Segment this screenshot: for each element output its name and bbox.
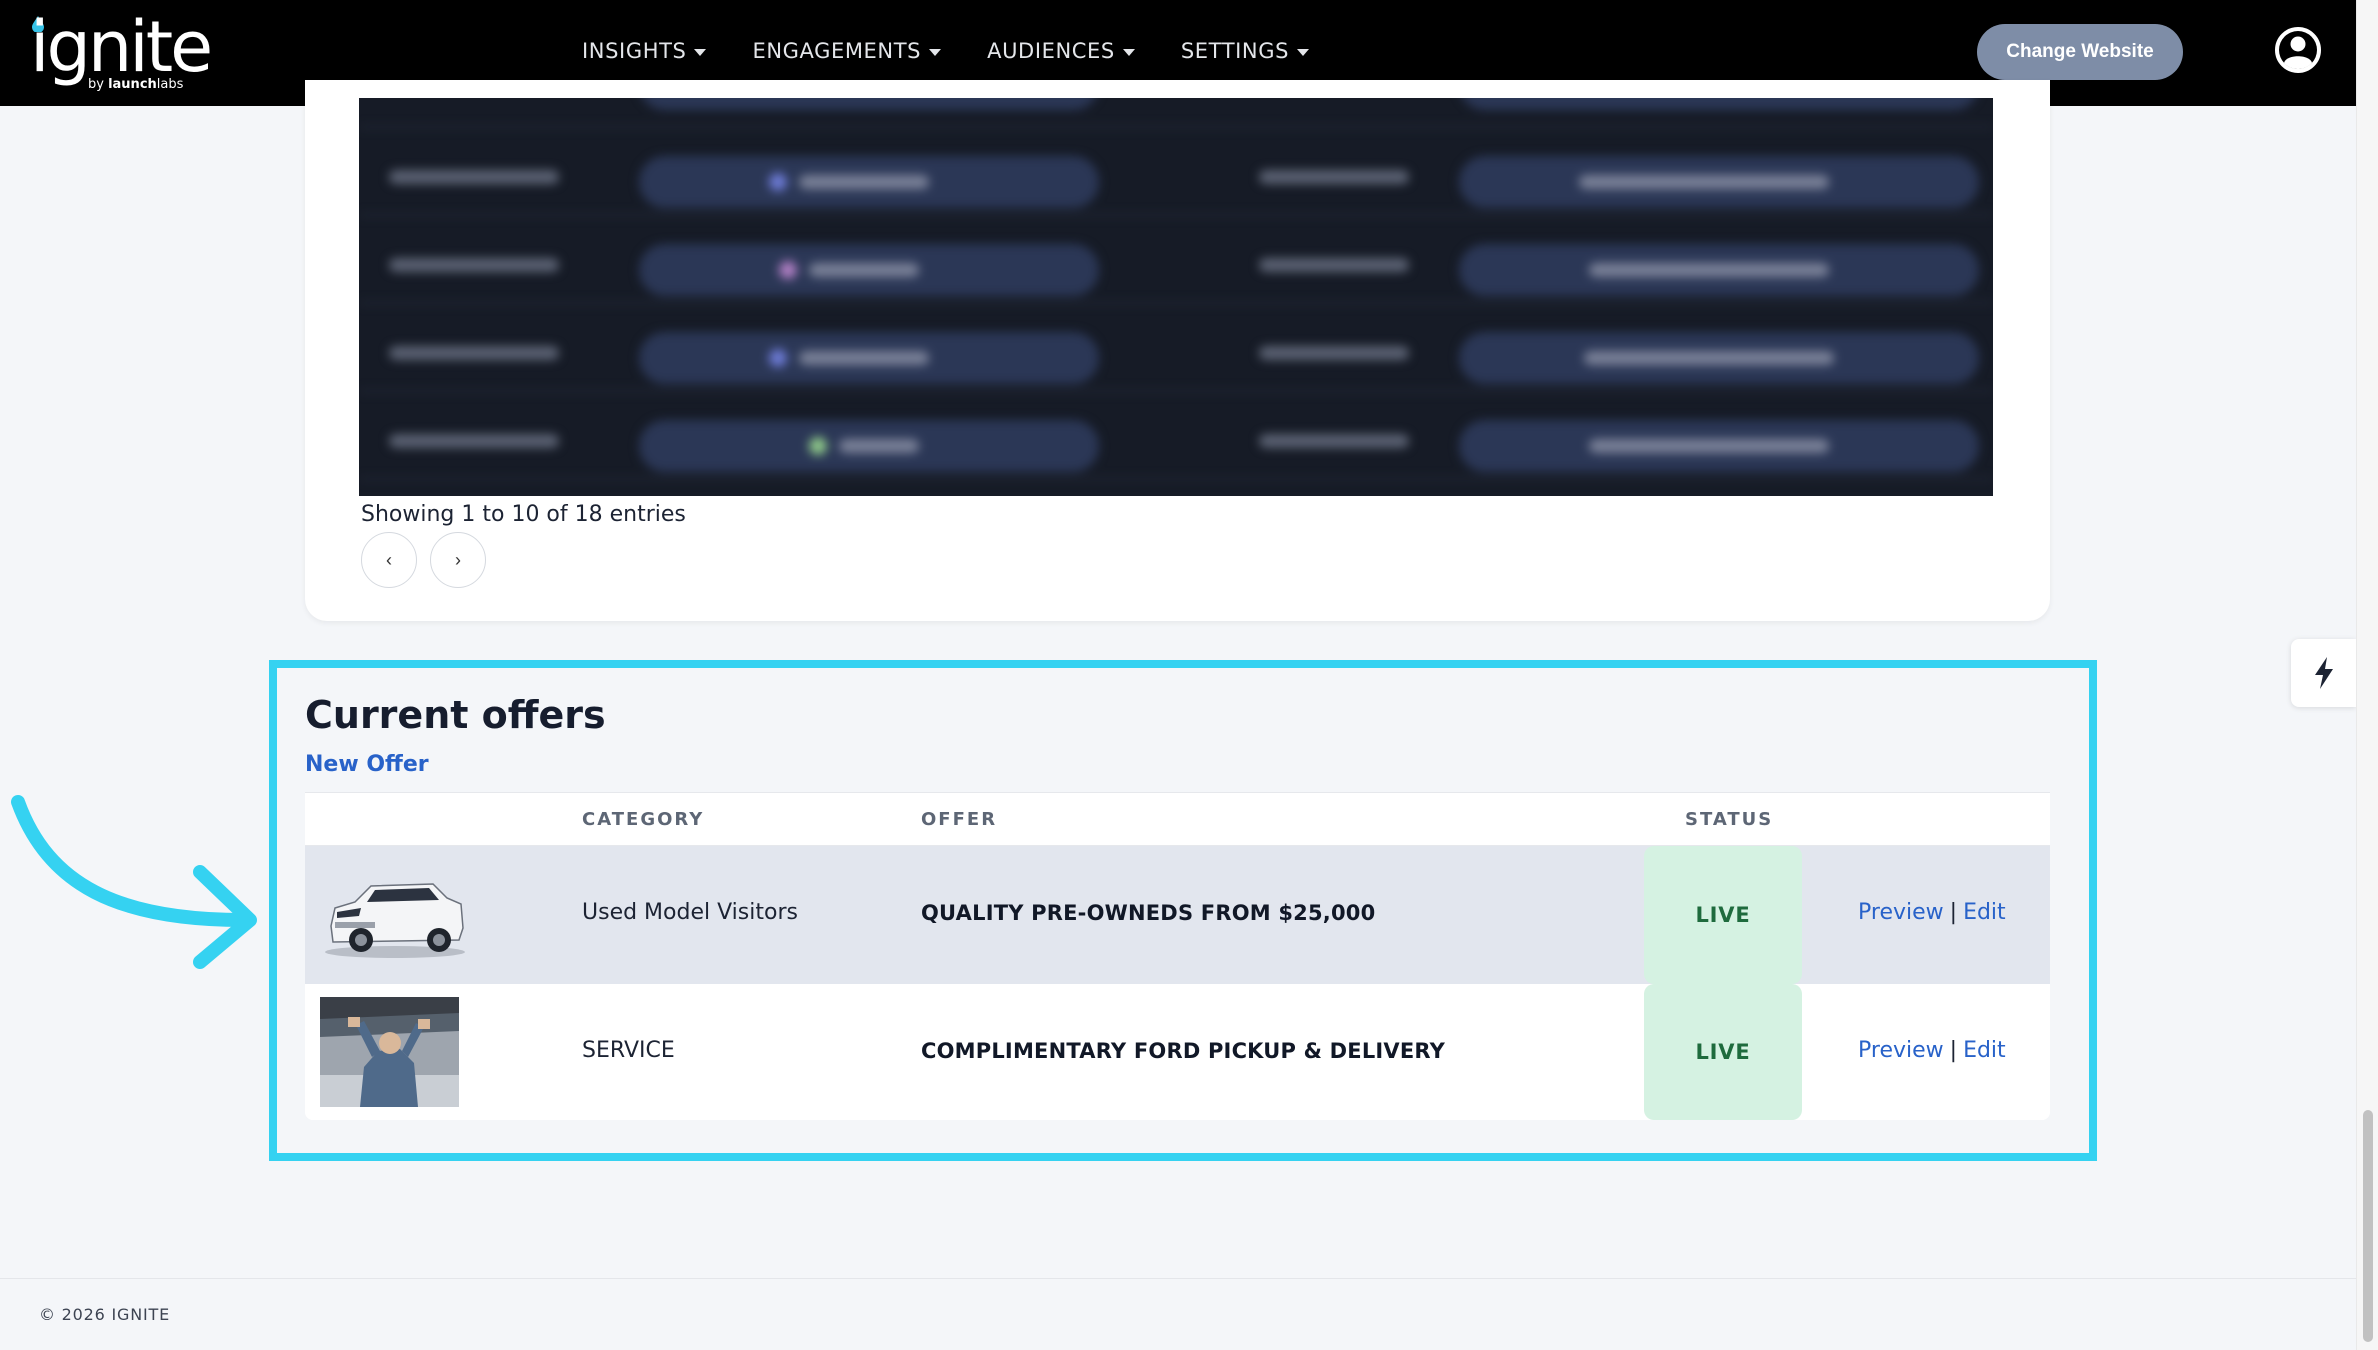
status-badge: LIVE <box>1644 846 1802 984</box>
mechanic-under-vehicle-image <box>320 997 459 1107</box>
column-category: CATEGORY <box>582 809 705 830</box>
offers-title: Current offers <box>305 693 606 737</box>
offer-row-used-models: Used Model Visitors QUALITY PRE-OWNEDS F… <box>305 846 2050 984</box>
preview-link[interactable]: Preview <box>1858 900 1944 925</box>
separator: | <box>1949 1038 1958 1063</box>
offer-title: COMPLIMENTARY FORD PICKUP & DELIVERY <box>921 1039 1446 1063</box>
offer-row-service: SERVICE COMPLIMENTARY FORD PICKUP & DELI… <box>305 984 2050 1120</box>
table-row <box>359 392 1993 480</box>
scrollbar-thumb[interactable] <box>2363 1110 2373 1342</box>
offer-actions: Preview | Edit <box>1858 898 2006 928</box>
nav-engagements-label: ENGAGEMENTS <box>752 39 922 63</box>
curved-arrow-icon <box>11 795 257 969</box>
new-offer-link[interactable]: New Offer <box>305 750 429 780</box>
table-row <box>359 98 1993 128</box>
logo-wordmark: ignite <box>30 6 213 88</box>
nav-insights[interactable]: INSIGHTS <box>582 36 707 66</box>
nav-audiences-label: AUDIENCES <box>987 39 1115 63</box>
offer-category: Used Model Visitors <box>582 900 798 925</box>
offer-actions: Preview | Edit <box>1858 1036 2006 1066</box>
page-footer: © 2026 IGNITE <box>0 1278 2356 1350</box>
caret-down-icon <box>929 48 942 56</box>
table-info: Showing 1 to 10 of 18 entries <box>361 502 686 527</box>
edit-link[interactable]: Edit <box>1963 1038 2006 1063</box>
nav-insights-label: INSIGHTS <box>582 39 687 63</box>
prev-page-button[interactable]: ‹ <box>361 532 417 588</box>
offers-table: CATEGORY OFFER STATUS Used Model Visitor… <box>305 792 2050 1120</box>
caret-down-icon <box>1297 48 1310 56</box>
table-row <box>359 216 1993 304</box>
offers-table-header: CATEGORY OFFER STATUS <box>305 792 2050 846</box>
lightning-bolt-icon <box>2314 657 2333 689</box>
nav-settings[interactable]: SETTINGS <box>1180 36 1310 66</box>
scrollbar-track[interactable] <box>2356 0 2378 1350</box>
offer-title: QUALITY PRE-OWNEDS FROM $25,000 <box>921 901 1376 925</box>
table-row <box>359 304 1993 392</box>
copyright: © 2026 IGNITE <box>39 1305 170 1324</box>
preview-link[interactable]: Preview <box>1858 1038 1944 1063</box>
ignite-logo[interactable]: ignite by launchlabs <box>30 10 213 94</box>
caret-down-icon <box>694 48 707 56</box>
caret-down-icon <box>1122 48 1135 56</box>
main-nav: INSIGHTS ENGAGEMENTS AUDIENCES SETTINGS <box>582 36 1355 66</box>
blurred-entries-table <box>359 98 1993 496</box>
column-status: STATUS <box>1685 809 1774 830</box>
next-page-button[interactable]: › <box>430 532 486 588</box>
edit-link[interactable]: Edit <box>1963 900 2006 925</box>
user-circle-icon[interactable] <box>2274 26 2322 74</box>
nav-audiences[interactable]: AUDIENCES <box>987 36 1135 66</box>
column-offer: OFFER <box>921 809 998 830</box>
nav-engagements[interactable]: ENGAGEMENTS <box>752 36 942 66</box>
change-website-button[interactable]: Change Website <box>1977 24 2183 80</box>
separator: | <box>1949 900 1958 925</box>
offer-category: SERVICE <box>582 1038 675 1063</box>
nav-settings-label: SETTINGS <box>1180 39 1290 63</box>
table-row <box>359 128 1993 216</box>
white-suv-image <box>325 883 465 958</box>
blurred-rows <box>359 98 1993 496</box>
logo-byline: by launchlabs <box>88 77 184 92</box>
quick-actions-tab[interactable] <box>2291 639 2356 707</box>
status-badge: LIVE <box>1644 984 1802 1120</box>
